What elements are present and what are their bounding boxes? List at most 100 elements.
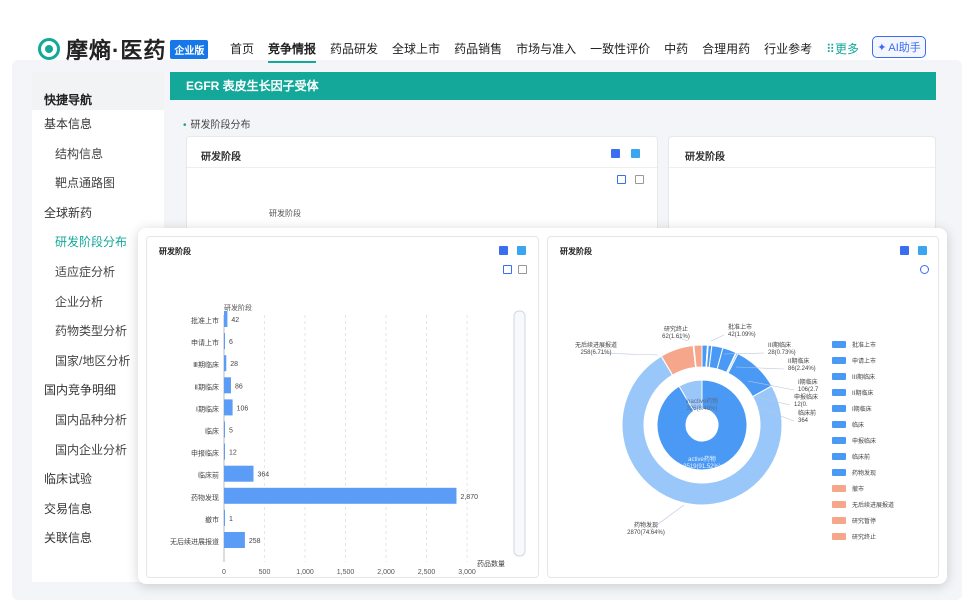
callout-label: 42(1.09%)	[728, 332, 756, 338]
image-export-icon[interactable]	[631, 149, 640, 158]
bar	[224, 333, 225, 350]
brand-name: 摩熵·医药	[66, 38, 167, 63]
bar	[224, 532, 245, 548]
legend-swatch	[832, 453, 846, 460]
ai-assistant-label: AI助手	[888, 42, 921, 54]
legend-label: 研究暂停	[852, 517, 876, 525]
callout-label: II期临床	[788, 357, 809, 365]
ai-assistant-button[interactable]: ✦ AI助手	[872, 36, 926, 58]
x-tick-label: 1,500	[337, 569, 355, 576]
excel-export-icon[interactable]	[611, 149, 620, 158]
category-label: 申报临床	[191, 449, 219, 458]
callout-label: 研究终止	[664, 325, 688, 333]
legend-swatch	[832, 469, 846, 476]
callout-label: 258(6.71%)	[580, 350, 611, 356]
bar-value-label: 12	[229, 450, 237, 457]
legend-label: I期临床	[852, 405, 872, 413]
legend-swatch	[832, 533, 846, 540]
nav-item[interactable]: 一致性评价	[590, 40, 650, 63]
legend-label: 批准上市	[852, 341, 876, 349]
bar-value-label: 1	[229, 516, 233, 523]
bar-value-label: 106	[237, 405, 249, 412]
section-title: 研发阶段分布	[183, 116, 251, 131]
inner-label: 326(8.48%)	[686, 406, 717, 412]
bar	[224, 443, 225, 460]
brand-mark-icon	[38, 38, 60, 60]
main-nav: 首页 竞争情报 药品研发 全球上市 药品销售 市场与准入 一致性评价 中药 合理用药 行业参考 ⠿更…	[230, 40, 859, 63]
page-header: EGFR 表皮生长因子受体	[170, 72, 936, 100]
legend-swatch	[832, 373, 846, 380]
sidebar-item[interactable]: 全球新药	[32, 199, 164, 229]
x-tick-label: 0	[222, 569, 226, 576]
legend-label: 研究终止	[852, 533, 876, 541]
callout-label: 申报临床	[794, 393, 818, 401]
bar-value-label: 42	[231, 317, 239, 324]
bar-chart: 研发阶段 0 500 1,000 1,500 2,000 2,500 3,000药品数量 批准上…	[170, 303, 526, 576]
category-label: 撤市	[205, 515, 219, 524]
top-navbar: 摩熵·医药 企业版 首页 竞争情报 药品研发 全球上市 药品销售 市场与准入 一致性评价 中药…	[0, 0, 968, 63]
nav-item[interactable]: 全球上市	[392, 40, 440, 63]
bar	[224, 399, 233, 416]
nav-item[interactable]: 药品销售	[454, 40, 502, 63]
bar	[224, 311, 228, 327]
legend-label: 撤市	[852, 485, 864, 493]
callout-label: 临床前	[798, 409, 816, 417]
sidebar-item[interactable]: 靶点通路图	[32, 169, 164, 199]
category-label: Ⅰ期临床	[196, 404, 219, 413]
bar-chart-panel: 研发阶段 研发阶段 0 500 1,000 1,500 2,000 2,500 3,000 药品…	[146, 236, 539, 578]
legend-label: 申请上市	[852, 357, 876, 365]
bar	[224, 465, 254, 482]
callout-label: 106(2.7	[798, 387, 819, 393]
x-tick-label: 2,500	[418, 569, 436, 576]
x-tick-label: 3,000	[458, 569, 476, 576]
legend-swatch	[832, 341, 846, 348]
sidebar-item[interactable]: 基本信息	[32, 110, 164, 140]
category-label: 临床	[205, 427, 219, 436]
bar	[224, 487, 457, 504]
category-label: 临床前	[198, 471, 219, 480]
ai-icon: ✦	[877, 41, 887, 54]
nav-item[interactable]: 竞争情报	[268, 40, 317, 63]
inner-label: inactive药物	[686, 397, 718, 405]
table-toggle-icon[interactable]	[635, 175, 644, 184]
x-tick-label: 1,000	[296, 569, 314, 576]
bg-chart-caption: 研发阶段	[269, 209, 301, 218]
bar	[224, 377, 231, 394]
nav-item[interactable]: 中药	[664, 40, 688, 63]
brand-logo[interactable]: 摩熵·医药 企业版	[38, 36, 209, 63]
donut-chart: inactive药物326(8.48%) active药物3519(91.52%)…	[575, 323, 894, 541]
edition-badge: 企业版	[170, 39, 209, 59]
callout-label: 2870(74.64%)	[627, 530, 665, 536]
sidebar-item[interactable]: 结构信息	[32, 140, 164, 170]
callout-line	[710, 334, 725, 342]
category-label: Ⅱ期临床	[195, 382, 219, 391]
nav-item[interactable]: 市场与准入	[516, 40, 576, 63]
legend-swatch	[832, 501, 846, 508]
chart-toggle-icon[interactable]	[617, 175, 626, 184]
callout-label: 86(2.24%)	[788, 366, 816, 372]
bar-value-label: 2,870	[460, 494, 478, 501]
nav-item[interactable]: 药品研发	[330, 40, 378, 63]
sidebar-title: 快捷导航	[32, 72, 164, 110]
legend-label: II期临床	[852, 389, 873, 397]
bar-value-label: 86	[235, 383, 243, 390]
callout-label: 364	[798, 418, 809, 424]
zoomed-chart-overlay: 研发阶段 研发阶段 0 500 1,000 1,500 2,000 2,500 3,000 药品…	[138, 228, 947, 584]
inner-label: 3519(91.52%)	[683, 464, 721, 470]
nav-item[interactable]: 行业参考	[764, 40, 812, 63]
nav-more[interactable]: ⠿更多	[826, 40, 859, 63]
callout-label: 无后续进展报道	[575, 341, 617, 349]
callout-label: 28(0.73%)	[768, 350, 796, 356]
callout-label: III期临床	[768, 341, 791, 349]
bar-chart-caption: 研发阶段	[224, 303, 252, 312]
category-label: 申请上市	[191, 338, 219, 347]
nav-item[interactable]: 首页	[230, 40, 254, 63]
nav-item[interactable]: 合理用药	[702, 40, 750, 63]
bg-card-right-title: 研发阶段	[685, 152, 725, 163]
legend-swatch	[832, 437, 846, 444]
bar-value-label: 5	[229, 428, 233, 435]
legend-label: 药物发现	[852, 469, 876, 477]
legend-swatch	[832, 485, 846, 492]
bg-card-left-title: 研发阶段	[201, 152, 241, 163]
category-label: 无后续进展报道	[170, 537, 219, 546]
